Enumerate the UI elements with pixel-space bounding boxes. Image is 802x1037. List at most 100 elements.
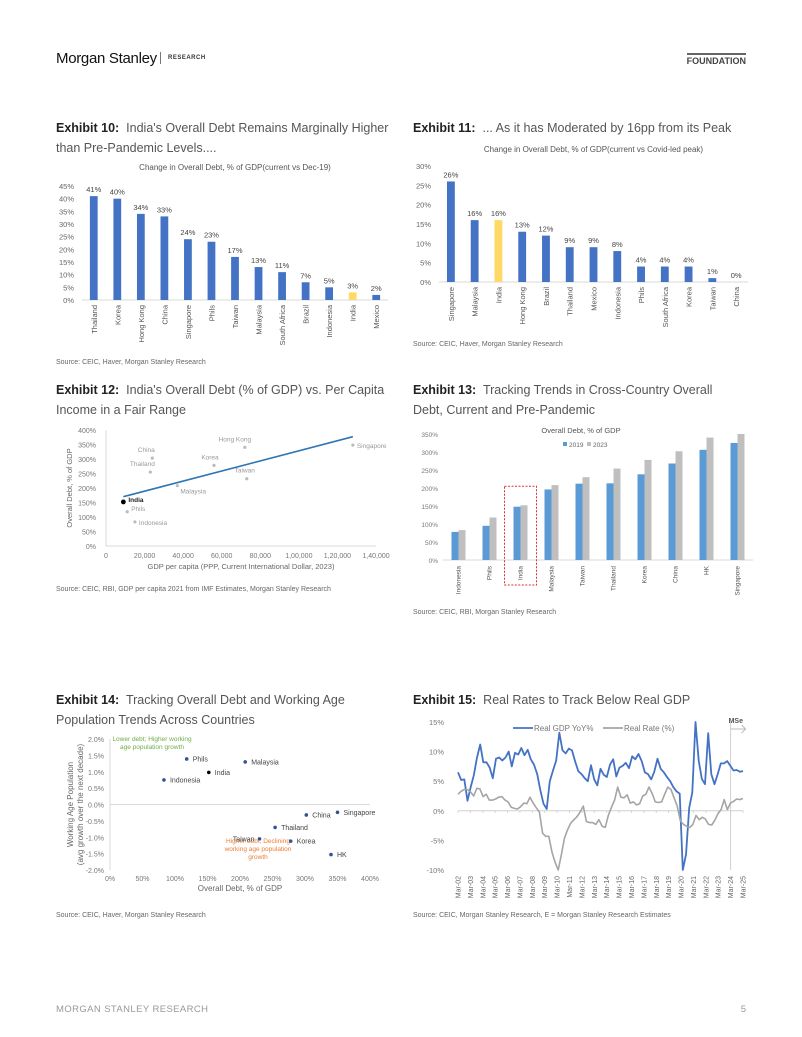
x-tick-label: Indonesia [456, 566, 463, 595]
y-tick-label: 300% [421, 450, 438, 457]
data-label: 0% [731, 271, 742, 280]
bar-2023-malaysia [551, 485, 559, 560]
x-tick-label: India [494, 286, 503, 303]
bar-brazil [301, 282, 310, 300]
bar-2019-hk [699, 449, 707, 560]
x-tick-label: Mar-12 [579, 876, 586, 898]
bar-mexico [372, 294, 381, 300]
chart-title: Change in Overall Debt, % of GDP(current… [484, 145, 704, 154]
point-label: Singapore [344, 810, 376, 817]
y-tick-label: 1.5% [88, 753, 104, 760]
x-tick-label: Malaysia [255, 304, 264, 334]
x-tick-label: Indonesia [613, 286, 622, 319]
y-tick-label: 0% [420, 278, 431, 287]
x-tick-label: 80,000 [250, 553, 272, 560]
foundation-badge: FOUNDATION [686, 53, 746, 66]
y-tick-label: 10% [429, 748, 444, 757]
exhibit-12-title: Exhibit 12: India's Overall Debt (% of G… [56, 380, 396, 420]
point-hk [329, 852, 333, 857]
x-tick-label: Mar-18 [654, 876, 661, 898]
y-tick-label: 20% [416, 201, 431, 210]
x-tick-label: Mar-17 [641, 876, 648, 898]
x-tick-label: Mar-08 [530, 876, 537, 898]
data-label: 13% [251, 256, 266, 265]
x-tick-label: Thailand [566, 287, 575, 316]
y-tick-label: 150% [78, 501, 96, 508]
x-tick-label: Mar-13 [592, 876, 599, 898]
annotation-bottom-2: working age population [224, 846, 292, 853]
x-tick-label: 400% [361, 876, 379, 883]
x-tick-label: Mar-21 [691, 876, 698, 898]
y-tick-label: 25% [416, 181, 431, 190]
bar-2023-hk [706, 437, 714, 560]
x-tick-label: Phils [637, 287, 646, 304]
exhibit-label: Exhibit 14: [56, 693, 120, 707]
bar-2019-taiwan [575, 483, 583, 560]
point-hong-kong [243, 445, 247, 449]
point-label: India [215, 770, 230, 777]
bar-thailand [89, 196, 98, 300]
point-korea [288, 839, 293, 843]
x-tick-label: Mar-20 [679, 876, 686, 898]
y-tick-label: 15% [59, 258, 74, 267]
point-label: Hong Kong [219, 436, 252, 443]
exhibit-10-chart: Change in Overall Debt, % of GDP(current… [59, 163, 388, 345]
point-label: Indonesia [170, 777, 200, 784]
research-label: RESEARCH [168, 55, 206, 61]
point-india [207, 770, 211, 775]
y-tick-label: -0.5% [86, 819, 104, 826]
bar-2023-thailand [613, 468, 621, 560]
x-tick-label: Mar-09 [542, 876, 549, 898]
bar-korea [684, 266, 693, 282]
x-tick-label: Brazil [302, 305, 311, 324]
x-tick-label: Malaysia [471, 286, 480, 316]
point-label: Indonesia [139, 520, 168, 527]
x-tick-label: Mar-15 [617, 876, 624, 898]
x-tick-label: Mar-24 [728, 876, 735, 898]
bar-2019-singapore [730, 443, 738, 560]
bar-2019-phils [482, 525, 490, 560]
x-tick-label: South Africa [278, 304, 287, 345]
x-tick-label: 300% [296, 876, 314, 883]
exhibit-13-chart: Overall Debt, % of GDP 2019 2023 0% 50% 100% 1… [421, 426, 753, 596]
point-label: Korea [201, 454, 219, 461]
point-label: China [312, 812, 330, 819]
y-tick-label: 0% [63, 296, 74, 305]
bar-2023-taiwan [582, 477, 590, 560]
bar-india [348, 292, 357, 300]
y-tick-label: 250% [421, 468, 438, 475]
exhibit-14-chart: -2.0% -1.5% -1.0% -0.5% 0.0% 0.5% 1.0% 1.5% 2.0%… [66, 736, 379, 893]
x-tick-label: Malaysia [549, 566, 556, 592]
bar-india [494, 220, 503, 282]
x-tick-label: China [160, 304, 169, 324]
forecast-label: MSe [729, 718, 744, 725]
x-tick-label: Thailand [90, 305, 99, 334]
y-tick-label: 150% [421, 504, 438, 511]
bar-thailand [565, 247, 574, 282]
x-tick-label: Mar-05 [493, 876, 500, 898]
point-malaysia [175, 484, 179, 488]
x-tick-label: Mar-19 [666, 876, 673, 898]
data-label: 34% [133, 203, 148, 212]
bar-indonesia [325, 287, 334, 300]
data-label: 2% [371, 284, 382, 293]
bar-2019-malaysia [544, 489, 552, 560]
bar-2023-phils [489, 517, 497, 560]
legend-swatch-2019 [563, 442, 567, 446]
x-tick-label: Mar-22 [703, 876, 710, 898]
bar-singapore [184, 239, 192, 300]
point-label: HK [337, 852, 347, 859]
x-tick-label: 0% [105, 876, 115, 883]
chart-title: Change in Overall Debt, % of GDP(current… [139, 163, 331, 172]
exhibit-15-chart: -10% -5% 0% 5% 10% 15% Mar-02 Mar-03 Mar-04 Mar-0… [426, 718, 747, 898]
bar-singapore [446, 181, 455, 282]
point-indonesia [162, 778, 166, 782]
data-label: 4% [683, 256, 694, 265]
bar-2023-china [675, 451, 683, 560]
exhibit-label: Exhibit 13: [413, 383, 477, 397]
point-singapore [335, 810, 340, 815]
x-tick-label: Singapore [184, 305, 193, 339]
chart-title: Overall Debt, % of GDP [541, 426, 620, 435]
x-tick-label: Mar-06 [505, 876, 512, 898]
y-tick-label: 30% [59, 220, 74, 229]
